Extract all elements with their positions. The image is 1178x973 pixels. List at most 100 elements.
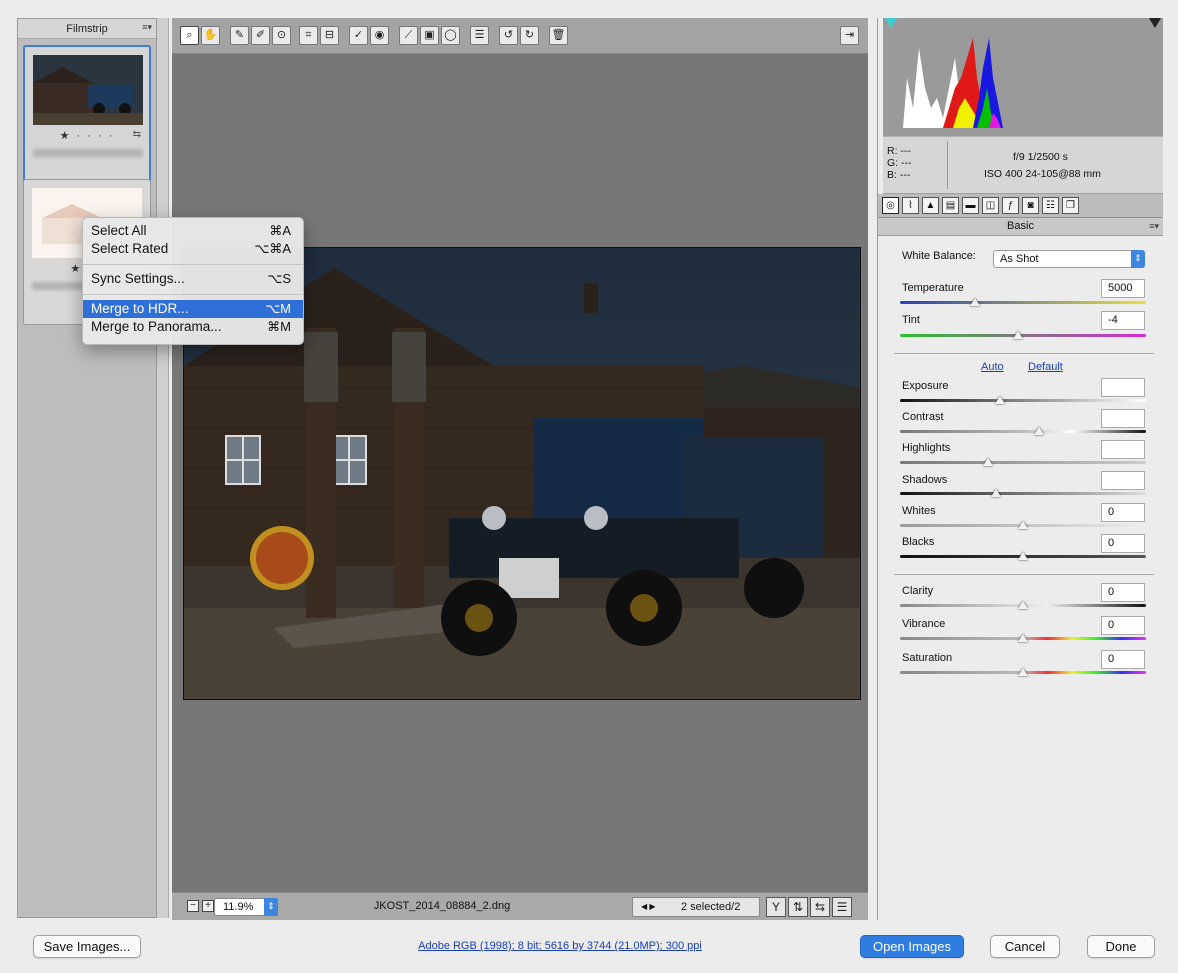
crop-icon[interactable]: ⌗ bbox=[299, 26, 318, 45]
exposure-slider-thumb[interactable] bbox=[995, 396, 1005, 404]
rotate-left-icon[interactable]: ↺ bbox=[499, 26, 518, 45]
filmstrip-menu-icon[interactable]: ≡▾ bbox=[142, 22, 152, 33]
info-separator bbox=[947, 141, 948, 189]
color-sampler-icon[interactable]: ✐ bbox=[251, 26, 270, 45]
prev-next-arrows-icon[interactable]: ◀ ▶ bbox=[641, 898, 656, 916]
exposure-label: Exposure bbox=[902, 380, 949, 392]
blue-readout: B: --- bbox=[887, 169, 911, 181]
temperature-label: Temperature bbox=[902, 282, 964, 294]
temperature-slider-thumb[interactable] bbox=[970, 298, 980, 306]
zoom-icon[interactable]: ⌕ bbox=[180, 26, 199, 45]
vibrance-slider-thumb[interactable] bbox=[1018, 634, 1028, 642]
hand-icon[interactable]: ✋ bbox=[201, 26, 220, 45]
rotate-right-icon[interactable]: ↻ bbox=[520, 26, 539, 45]
graduated-filter-icon[interactable]: ▣ bbox=[420, 26, 439, 45]
tint-slider-thumb[interactable] bbox=[1013, 331, 1023, 339]
workflow-options-link[interactable]: Adobe RGB (1998); 8 bit; 5616 by 3744 (2… bbox=[330, 940, 790, 952]
clarity-field[interactable]: 0 bbox=[1101, 583, 1145, 602]
red-eye-icon[interactable]: ◉ bbox=[370, 26, 389, 45]
saturation-slider-thumb[interactable] bbox=[1018, 668, 1028, 676]
tab-basic-icon[interactable]: ◎ bbox=[882, 197, 899, 214]
default-link[interactable]: Default bbox=[1028, 361, 1063, 373]
tool-bar: ⌕ ✋ ✎ ✐ ⊙ ⌗ ⊟ ✓ ◉ ⟋ ▣ ◯ ☰ ↺ ↻ 🗑 ⇥ bbox=[172, 18, 868, 54]
toggle-settings-icon[interactable]: ⇅ bbox=[788, 897, 808, 917]
tab-tone-curve-icon[interactable]: ⌇ bbox=[902, 197, 919, 214]
shadows-slider-thumb[interactable] bbox=[991, 489, 1001, 497]
before-after-y-icon[interactable]: Y bbox=[766, 897, 786, 917]
tab-effects-icon[interactable]: ƒ bbox=[1002, 197, 1019, 214]
contrast-field[interactable] bbox=[1101, 409, 1145, 428]
open-images-button[interactable]: Open Images bbox=[860, 935, 964, 958]
whites-slider-thumb[interactable] bbox=[1018, 521, 1028, 529]
contrast-label: Contrast bbox=[902, 411, 944, 423]
contrast-slider-thumb[interactable] bbox=[1034, 427, 1044, 435]
straighten-icon[interactable]: ⊟ bbox=[320, 26, 339, 45]
panel-menu-icon[interactable]: ≡▾ bbox=[1149, 218, 1159, 235]
histogram bbox=[883, 18, 1163, 136]
white-balance-icon[interactable]: ✎ bbox=[230, 26, 249, 45]
menu-item-merge-to-panorama[interactable]: Merge to Panorama... ⌘M bbox=[83, 318, 303, 336]
blacks-label: Blacks bbox=[902, 536, 935, 548]
preferences-icon[interactable]: ☰ bbox=[470, 26, 489, 45]
settings-applied-icon: ⇆ bbox=[132, 129, 141, 140]
menu-item-sync-settings[interactable]: Sync Settings... ⌥S bbox=[83, 270, 303, 288]
menu-separator bbox=[83, 294, 303, 295]
tab-snapshots-icon[interactable]: ❐ bbox=[1062, 197, 1079, 214]
temperature-slider-track[interactable] bbox=[900, 301, 1146, 304]
tab-lens-corrections-icon[interactable]: ◫ bbox=[982, 197, 999, 214]
trash-icon[interactable]: 🗑 bbox=[549, 26, 568, 45]
exposure-slider-track[interactable] bbox=[900, 399, 1146, 402]
shadows-slider-track[interactable] bbox=[900, 492, 1146, 495]
done-button[interactable]: Done bbox=[1087, 935, 1155, 958]
selection-navigator[interactable]: ◀ ▶ 2 selected/2 bbox=[632, 897, 760, 917]
vibrance-field[interactable]: 0 bbox=[1101, 616, 1145, 635]
menu-item-select-rated[interactable]: Select Rated ⌥⌘A bbox=[83, 240, 303, 258]
tab-detail-icon[interactable]: ▲ bbox=[922, 197, 939, 214]
blacks-field[interactable]: 0 bbox=[1101, 534, 1145, 553]
section-divider bbox=[894, 574, 1154, 575]
cancel-button[interactable]: Cancel bbox=[990, 935, 1060, 958]
thumbnail-rating[interactable]: ★ · · · · bbox=[25, 129, 149, 142]
white-balance-select[interactable]: As Shot ⇕ bbox=[993, 250, 1145, 268]
menu-item-select-all[interactable]: Select All ⌘A bbox=[83, 222, 303, 240]
fullscreen-icon[interactable]: ⇥ bbox=[840, 26, 859, 45]
tab-presets-icon[interactable]: ☷ bbox=[1042, 197, 1059, 214]
menu-item-shortcut: ⌘M bbox=[267, 319, 291, 334]
tint-slider-track[interactable] bbox=[900, 334, 1146, 337]
adjustment-brush-icon[interactable]: ⟋ bbox=[399, 26, 418, 45]
copy-settings-icon[interactable]: ☰ bbox=[832, 897, 852, 917]
save-images-button[interactable]: Save Images... bbox=[33, 935, 141, 958]
tab-hsl-icon[interactable]: ▤ bbox=[942, 197, 959, 214]
tab-camera-calibration-icon[interactable]: ◙ bbox=[1022, 197, 1039, 214]
tint-field[interactable]: -4 bbox=[1101, 311, 1145, 330]
filmstrip-divider[interactable] bbox=[157, 18, 169, 918]
auto-link[interactable]: Auto bbox=[981, 361, 1004, 373]
shadows-field[interactable] bbox=[1101, 471, 1145, 490]
shadows-label: Shadows bbox=[902, 474, 948, 486]
tab-split-toning-icon[interactable]: ▬ bbox=[962, 197, 979, 214]
blacks-slider-thumb[interactable] bbox=[1018, 552, 1028, 560]
targeted-adjustment-icon[interactable]: ⊙ bbox=[272, 26, 291, 45]
highlights-field[interactable] bbox=[1101, 440, 1145, 459]
menu-item-label: Merge to HDR... bbox=[91, 301, 189, 316]
clarity-slider-thumb[interactable] bbox=[1018, 601, 1028, 609]
filmstrip-thumbnail[interactable]: ★ · · · · ⇆ bbox=[23, 45, 151, 191]
thumbnail-filename bbox=[33, 149, 143, 157]
menu-item-merge-to-hdr[interactable]: Merge to HDR... ⌥M bbox=[83, 300, 303, 318]
saturation-label: Saturation bbox=[902, 652, 953, 664]
highlights-slider-track[interactable] bbox=[900, 461, 1146, 464]
exposure-field[interactable] bbox=[1101, 378, 1145, 397]
highlights-slider-thumb[interactable] bbox=[983, 458, 993, 466]
contrast-slider-track[interactable] bbox=[900, 430, 1146, 433]
menu-separator bbox=[83, 264, 303, 265]
spot-removal-icon[interactable]: ✓ bbox=[349, 26, 368, 45]
swap-settings-icon[interactable]: ⇆ bbox=[810, 897, 830, 917]
iso-lens-info: ISO 400 24-105@88 mm bbox=[984, 168, 1101, 180]
selection-count: 2 selected/2 bbox=[681, 901, 741, 913]
saturation-field[interactable]: 0 bbox=[1101, 650, 1145, 669]
section-divider bbox=[894, 353, 1154, 354]
radial-filter-icon[interactable]: ◯ bbox=[441, 26, 460, 45]
current-filename: JKOST_2014_08884_2.dng bbox=[373, 900, 511, 912]
whites-field[interactable]: 0 bbox=[1101, 503, 1145, 522]
temperature-field[interactable]: 5000 bbox=[1101, 279, 1145, 298]
